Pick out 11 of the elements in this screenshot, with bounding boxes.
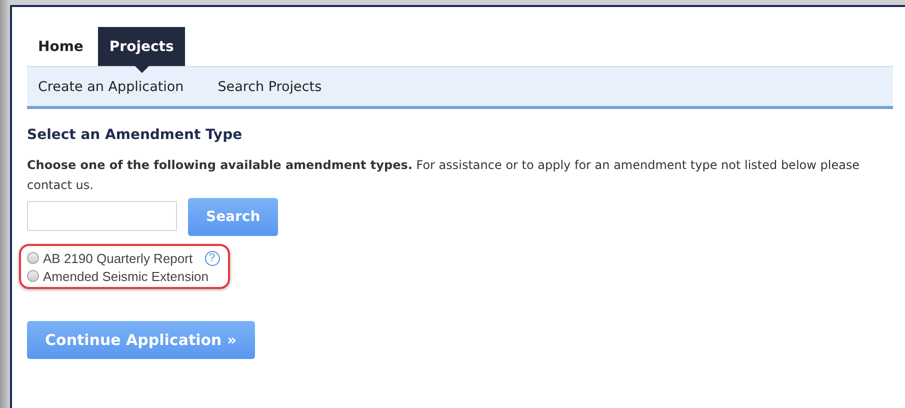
option-label[interactable]: AB 2190 Quarterly Report — [43, 250, 193, 266]
nav-tab[interactable]: Home — [27, 27, 94, 66]
search-field[interactable] — [27, 201, 177, 231]
nav-tab[interactable]: Projects — [98, 27, 185, 66]
subnav-link[interactable]: Search Projects — [218, 78, 322, 94]
radio-button[interactable] — [27, 270, 39, 282]
section-heading: Select an Amendment Type — [27, 127, 244, 143]
option-label[interactable]: Amended Seismic Extension — [43, 268, 208, 284]
instructions-text: Choose one of the following available amendment types. For assistance or to apply for an amendment type not listed below please contact us. — [27, 157, 861, 194]
subnav-link[interactable]: Create an Application — [38, 78, 184, 94]
radio-button[interactable] — [27, 252, 39, 264]
